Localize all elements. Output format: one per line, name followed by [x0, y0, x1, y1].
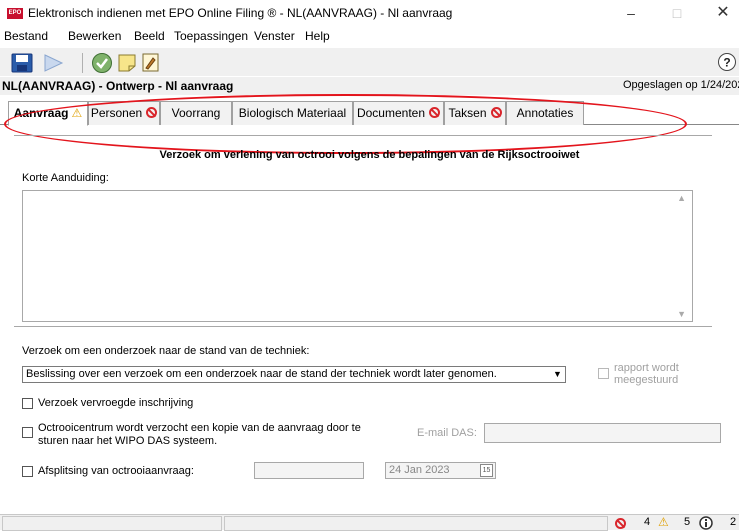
error-count: 4	[644, 516, 651, 528]
document-title: NL(AANVRAAG) - Ontwerp - Nl aanvraag	[2, 79, 234, 93]
divider	[14, 326, 712, 327]
note-icon[interactable]	[117, 53, 137, 73]
vervroegde-inschrijving-checkbox[interactable]	[22, 398, 33, 409]
onderzoek-selected-value: Beslissing over een verzoek om een onder…	[26, 368, 497, 380]
menu-bestand[interactable]: Bestand	[4, 29, 48, 43]
afsplitsing-date-input[interactable]: 24 Jan 2023 15	[385, 462, 496, 479]
menu-help[interactable]: Help	[305, 29, 330, 43]
afsplitsing-input[interactable]	[254, 462, 364, 479]
chevron-down-icon[interactable]: ▼	[550, 367, 565, 382]
calendar-icon[interactable]: 15	[480, 464, 493, 477]
korte-aanduiding-label: Korte Aanduiding:	[22, 172, 109, 184]
wipo-das-label: Octrooicentrum wordt verzocht een kopie …	[38, 422, 361, 447]
toolbar-separator	[82, 53, 83, 73]
date-value: 24 Jan 2023	[389, 464, 450, 476]
afsplitsing-label: Afsplitsing van octrooiaanvraag:	[38, 465, 194, 477]
play-icon[interactable]	[42, 53, 64, 73]
menu-bar: Bestand Bewerken Beeld Toepassingen Vens…	[0, 26, 739, 46]
save-icon[interactable]	[11, 53, 33, 73]
rapport-checkbox[interactable]	[598, 368, 609, 379]
divider	[14, 135, 712, 136]
email-das-label: E-mail DAS:	[417, 427, 477, 439]
minimize-button[interactable]: –	[608, 2, 654, 26]
scroll-up-icon[interactable]: ▲	[677, 193, 686, 203]
status-panel	[2, 516, 222, 531]
saved-timestamp: Opgeslagen op 1/24/2023	[623, 79, 739, 91]
warning-count: 5	[684, 516, 691, 528]
warning-count-icon: ⚠	[658, 515, 669, 529]
epo-logo-icon: EPO	[7, 8, 23, 19]
wipo-das-checkbox[interactable]	[22, 427, 33, 438]
onderzoek-select[interactable]: Beslissing over een verzoek om een onder…	[22, 366, 566, 383]
info-icon	[699, 516, 713, 530]
svg-text:?: ?	[723, 56, 730, 70]
toolbar: ?	[0, 48, 739, 76]
document-header: NL(AANVRAAG) - Ontwerp - Nl aanvraag Opg…	[0, 77, 739, 95]
title-bar: EPO Elektronisch indienen met EPO Online…	[0, 0, 739, 26]
check-icon[interactable]	[91, 52, 113, 74]
error-count-icon	[615, 518, 626, 529]
afsplitsing-checkbox[interactable]	[22, 466, 33, 477]
menu-venster[interactable]: Venster	[254, 29, 295, 43]
close-button[interactable]: ✕	[700, 2, 739, 26]
scroll-down-icon[interactable]: ▼	[677, 309, 686, 319]
status-bar: 4 ⚠ 5 2	[0, 514, 739, 531]
onderzoek-label: Verzoek om een onderzoek naar de stand v…	[22, 345, 310, 357]
status-panel	[224, 516, 608, 531]
rapport-label: rapport wordt meegestuurd	[614, 362, 679, 386]
highlight-annotation	[4, 94, 687, 154]
window-title: Elektronisch indienen met EPO Online Fil…	[28, 6, 453, 20]
section-title: Verzoek om verlening van octrooi volgens…	[159, 149, 580, 161]
menu-bewerken[interactable]: Bewerken	[68, 29, 121, 43]
info-count: 2	[730, 516, 737, 528]
maximize-button[interactable]: □	[654, 2, 700, 26]
vervroegde-inschrijving-label: Verzoek vervroegde inschrijving	[38, 397, 194, 409]
sign-icon[interactable]	[141, 52, 161, 73]
menu-toepassingen[interactable]: Toepassingen	[174, 29, 248, 43]
korte-aanduiding-input[interactable]: ▲ ▼	[22, 190, 693, 322]
email-das-input[interactable]	[484, 423, 721, 443]
help-icon[interactable]: ?	[717, 52, 737, 72]
menu-beeld[interactable]: Beeld	[134, 29, 165, 43]
